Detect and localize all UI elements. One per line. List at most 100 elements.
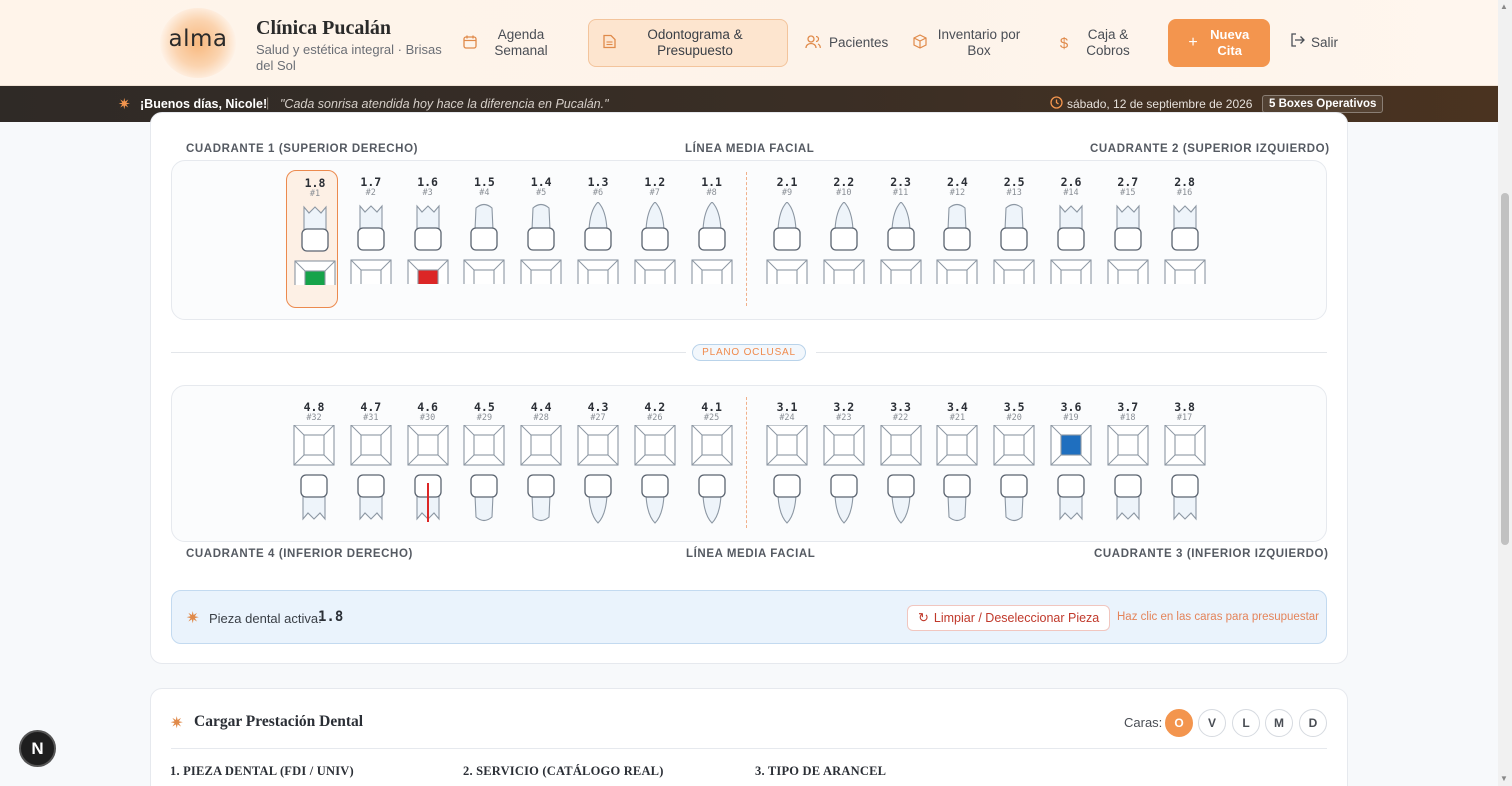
tooth-1-2[interactable]: 1.2 #7: [629, 172, 681, 306]
face-button-l[interactable]: L: [1232, 709, 1260, 737]
logo[interactable]: alma: [160, 8, 236, 78]
tooth-universal-number: #4: [479, 188, 490, 198]
scroll-down-arrow[interactable]: ▼: [1500, 774, 1508, 783]
face-button-v[interactable]: V: [1198, 709, 1226, 737]
tooth-4-7[interactable]: 4.7 #31: [345, 397, 397, 528]
tooth-universal-number: #21: [949, 413, 966, 423]
nav-inventario[interactable]: Inventario por Box: [912, 19, 1027, 67]
tooth-fdi-number: 1.2: [644, 175, 666, 189]
tooth-fdi-number: 2.3: [890, 175, 911, 189]
tooth-fdi-number: 3.8: [1174, 400, 1195, 414]
face-button-o[interactable]: O: [1165, 709, 1193, 737]
tooth-2-3[interactable]: 2.3 #11: [875, 172, 927, 306]
tooth-3-6[interactable]: 3.6 #19: [1045, 397, 1097, 528]
quadrant-4-label: CUADRANTE 4 (INFERIOR DERECHO): [186, 548, 413, 560]
tooth-fdi-number: 2.1: [776, 175, 798, 189]
tooth-4-2[interactable]: 4.2 #26: [629, 397, 681, 528]
nav-caja[interactable]: $ Caja & Cobros: [1056, 19, 1156, 67]
occlusal-line-left: [171, 352, 686, 353]
scrollbar-thumb[interactable]: [1501, 193, 1509, 545]
tooth-4-3[interactable]: 4.3 #27: [572, 397, 624, 528]
tooth-2-6[interactable]: 2.6 #14: [1045, 172, 1097, 306]
tooth-universal-number: #7: [649, 188, 660, 198]
tooth-universal-number: #24: [779, 413, 795, 423]
tooth-diagram: [634, 202, 676, 284]
tooth-diagram: [463, 203, 505, 284]
logout-button[interactable]: Salir: [1290, 33, 1338, 51]
top-header: alma Clínica Pucalán Salud y estética in…: [0, 0, 1498, 86]
tooth-2-8[interactable]: 2.8 #16: [1159, 172, 1211, 306]
new-appointment-button[interactable]: + Nueva Cita: [1168, 19, 1270, 67]
tooth-universal-number: #30: [419, 413, 436, 423]
face-button-d[interactable]: D: [1299, 709, 1327, 737]
nav-odontograma[interactable]: Odontograma & Presupuesto: [588, 19, 788, 67]
tooth-1-8[interactable]: 1.8 #1: [286, 170, 338, 308]
tooth-2-2[interactable]: 2.2 #10: [818, 172, 870, 306]
active-piece-bar: ✷ Pieza dental activa: 1.8 ↻ Limpiar / D…: [171, 590, 1327, 644]
tooth-1-7[interactable]: 1.7 #2: [345, 172, 397, 306]
tooth-universal-number: #26: [647, 413, 663, 423]
nav-agenda-label: Agenda Semanal: [494, 27, 548, 58]
tooth-fdi-number: 3.2: [833, 400, 855, 414]
tooth-3-8[interactable]: 3.8 #17: [1159, 397, 1211, 528]
tooth-2-4[interactable]: 2.4 #12: [931, 172, 983, 306]
tooth-2-5[interactable]: 2.5 #13: [988, 172, 1040, 306]
box-icon: [912, 34, 928, 52]
tooth-universal-number: #9: [781, 188, 793, 198]
clear-piece-button[interactable]: ↻ Limpiar / Deseleccionar Pieza: [907, 605, 1111, 631]
tooth-3-5[interactable]: 3.5 #20: [988, 397, 1040, 528]
midline-top-label: LÍNEA MEDIA FACIAL: [685, 143, 815, 155]
tooth-diagram: [766, 202, 808, 284]
tooth-diagram: [350, 425, 392, 521]
tooth-2-1[interactable]: 2.1 #9: [761, 172, 813, 306]
tooth-fdi-number: 4.2: [644, 400, 666, 414]
tooth-4-5[interactable]: 4.5 #29: [458, 397, 510, 528]
dev-tools-badge[interactable]: N: [19, 730, 56, 767]
tooth-4-6[interactable]: 4.6 #30: [402, 397, 454, 528]
tooth-3-7[interactable]: 3.7 #18: [1102, 397, 1154, 528]
tooth-3-3[interactable]: 3.3 #22: [875, 397, 927, 528]
tooth-3-2[interactable]: 3.2 #23: [818, 397, 870, 528]
face-button-m[interactable]: M: [1265, 709, 1293, 737]
tooth-3-1[interactable]: 3.1 #24: [761, 397, 813, 528]
plus-icon: +: [1188, 34, 1198, 51]
tooth-diagram: [1107, 425, 1149, 521]
tooth-4-4[interactable]: 4.4 #28: [515, 397, 567, 528]
tooth-fdi-number: 2.2: [833, 175, 855, 189]
tooth-1-3[interactable]: 1.3 #6: [572, 172, 624, 306]
new-appointment-label: Nueva Cita: [1210, 27, 1250, 58]
sparkle-icon: ✷: [118, 96, 131, 113]
tooth-1-4[interactable]: 1.4 #5: [515, 172, 567, 306]
load-service-title: Cargar Prestación Dental: [194, 713, 364, 730]
nav-inventario-label: Inventario por Box: [937, 27, 1021, 58]
tooth-1-6[interactable]: 1.6 #3: [402, 172, 454, 306]
quadrant-1-label: CUADRANTE 1 (SUPERIOR DERECHO): [186, 143, 419, 155]
tooth-diagram: [691, 425, 733, 524]
faces-label: Caras:: [1124, 715, 1163, 730]
scroll-up-arrow[interactable]: ▲: [1500, 2, 1508, 11]
tooth-4-1[interactable]: 4.1 #25: [686, 397, 738, 528]
tooth-fdi-number: 4.6: [417, 400, 438, 414]
tooth-universal-number: #20: [1006, 413, 1022, 423]
field-label-service: 2. SERVICIO (CATÁLOGO REAL): [463, 764, 664, 778]
tooth-4-8[interactable]: 4.8 #32: [288, 397, 340, 528]
field-label-piece: 1. PIEZA DENTAL (FDI / UNIV): [170, 764, 354, 778]
tooth-fdi-number: 4.4: [530, 400, 552, 414]
tooth-fdi-number: 2.7: [1117, 175, 1139, 189]
tooth-2-7[interactable]: 2.7 #15: [1102, 172, 1154, 306]
tooth-1-5[interactable]: 1.5 #4: [458, 172, 510, 306]
tooth-1-1[interactable]: 1.1 #8: [686, 172, 738, 306]
tooth-universal-number: #16: [1176, 188, 1193, 198]
tooth-diagram: [407, 204, 449, 284]
tooth-3-4[interactable]: 3.4 #21: [931, 397, 983, 528]
tooth-universal-number: #27: [590, 413, 606, 423]
nav-pacientes[interactable]: Pacientes: [805, 19, 895, 67]
tooth-universal-number: #18: [1120, 413, 1136, 423]
tooth-fdi-number: 4.3: [587, 400, 609, 414]
tooth-universal-number: #32: [306, 413, 322, 423]
nav-odontograma-label: Odontograma & Presupuesto: [647, 27, 743, 58]
tooth-fdi-number: 4.1: [701, 400, 722, 414]
tooth-universal-number: #15: [1120, 188, 1136, 198]
nav-agenda[interactable]: Agenda Semanal: [462, 19, 574, 67]
tooth-diagram: [1050, 204, 1092, 284]
